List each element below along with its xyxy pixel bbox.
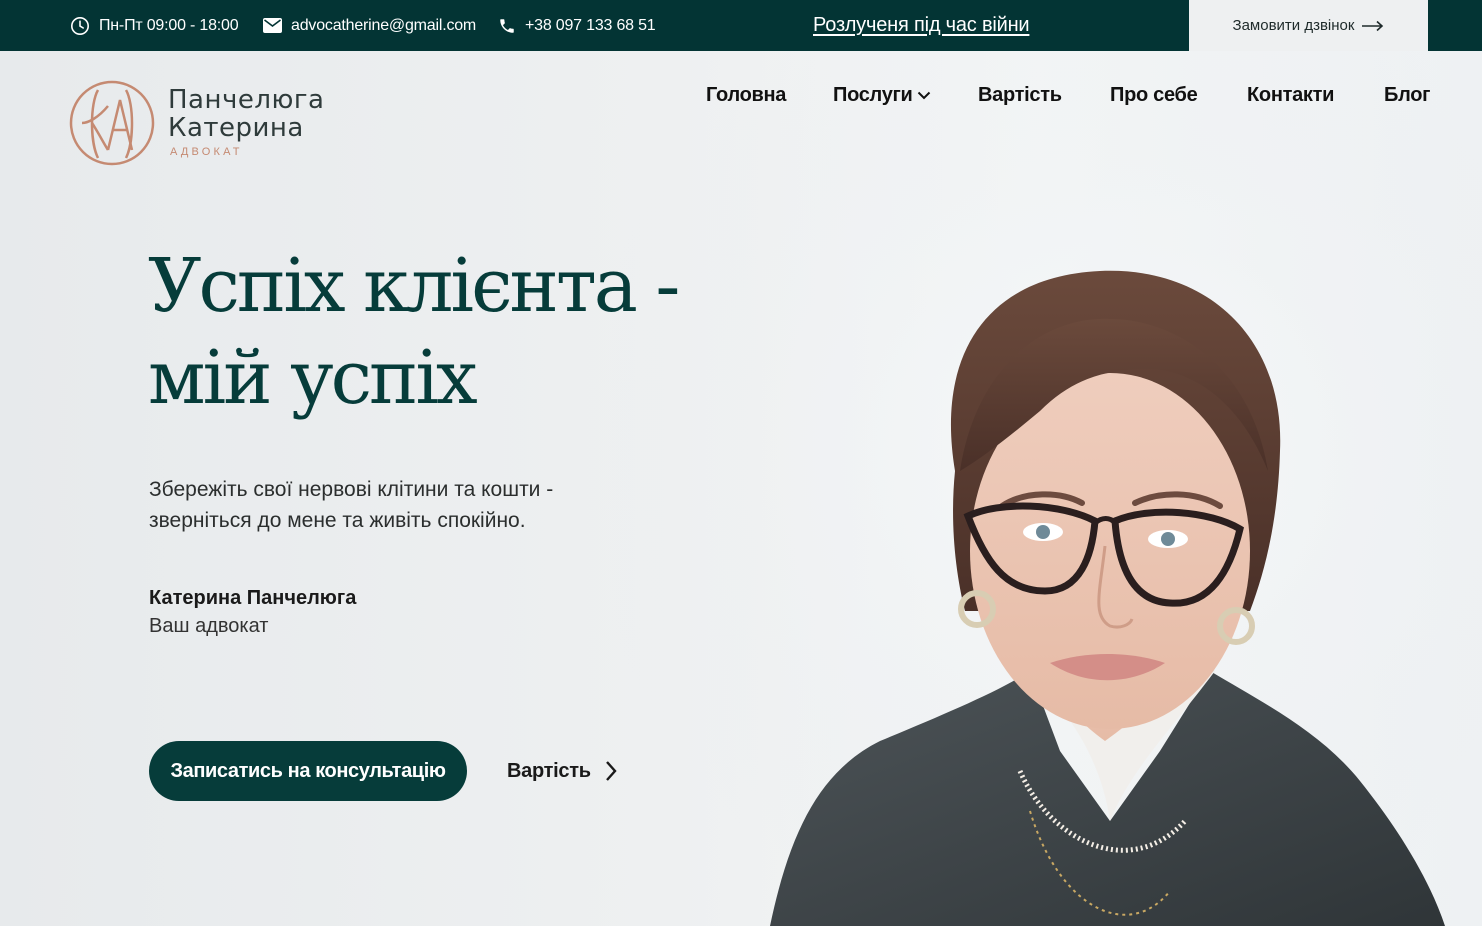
- clock-icon: [71, 16, 89, 35]
- pricing-link[interactable]: Вартість: [507, 757, 617, 785]
- nav-item-blog-label[interactable]: Блог: [1384, 84, 1430, 107]
- logo-monogram-icon: [69, 80, 155, 166]
- hero-lead-line1: Збережіть свої нервові клітини та кошти …: [149, 478, 554, 501]
- pricing-link-label: Вартість: [507, 759, 591, 782]
- top-bar: Пн-Пт 09:00 - 18:00 advocatherine@gmail.…: [0, 0, 1482, 51]
- envelope-icon: [263, 18, 282, 33]
- phone-contact[interactable]: +38 097 133 68 51: [498, 0, 656, 51]
- hero-headline-line2: мій успіх: [148, 335, 478, 421]
- chevron-right-icon: [605, 761, 617, 781]
- hero-headline: Успіх клієнта - мій успіх: [148, 240, 708, 424]
- working-hours: Пн-Пт 09:00 - 18:00: [70, 0, 239, 51]
- order-callback-label: Замовити дзвінок: [1232, 17, 1355, 34]
- logo-name-line1: Панчелюга: [168, 85, 325, 115]
- chevron-down-icon: [917, 91, 930, 99]
- nav-item-home-label[interactable]: Головна: [706, 84, 786, 107]
- arrow-right-icon: [1362, 20, 1384, 31]
- signature-role: Ваш адвокат: [149, 615, 269, 637]
- nav-item-services-label[interactable]: Послуги: [833, 84, 931, 107]
- hero-lead-line2: зверніться до мене та живіть спокійно.: [149, 509, 526, 532]
- working-hours-text: Пн-Пт 09:00 - 18:00: [99, 16, 239, 34]
- nav-item-home[interactable]: Головна: [706, 80, 786, 110]
- email-contact[interactable]: advocatherine@gmail.com: [263, 0, 476, 51]
- hero-lead-text: Збережіть свої нервові клітини та кошти …: [149, 474, 619, 536]
- order-callback-button[interactable]: Замовити дзвінок: [1189, 0, 1428, 51]
- nav-item-pricing[interactable]: Вартість: [978, 80, 1062, 110]
- logo-subtitle: АДВОКАТ: [170, 146, 243, 158]
- nav-item-contacts-label[interactable]: Контакти: [1247, 84, 1334, 107]
- logo[interactable]: Панчелюга Катерина АДВОКАТ: [68, 80, 328, 168]
- nav-item-pricing-label[interactable]: Вартість: [978, 84, 1062, 107]
- nav-item-about[interactable]: Про себе: [1110, 80, 1198, 110]
- book-consultation-button[interactable]: Записатись на консультацію: [149, 741, 467, 801]
- nav-item-about-label[interactable]: Про себе: [1110, 84, 1198, 107]
- phone-text[interactable]: +38 097 133 68 51: [525, 17, 656, 35]
- nav-item-services-text: Послуги: [833, 83, 913, 106]
- hero-headline-line1: Успіх клієнта -: [148, 243, 680, 329]
- email-text[interactable]: advocatherine@gmail.com: [291, 17, 476, 35]
- phone-icon: [500, 18, 514, 33]
- divorce-during-war-link[interactable]: Розлученя під час війни: [813, 0, 1030, 51]
- nav-item-services[interactable]: Послуги: [833, 80, 931, 110]
- nav-item-contacts[interactable]: Контакти: [1247, 80, 1334, 110]
- signature-name: Катерина Панчелюга: [149, 587, 357, 609]
- logo-name-line2: Катерина: [168, 113, 304, 143]
- nav-item-blog[interactable]: Блог: [1384, 80, 1430, 110]
